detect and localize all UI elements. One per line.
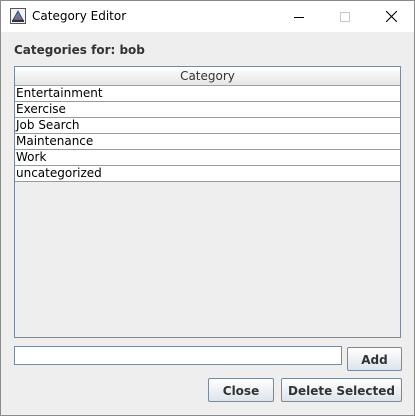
close-window-button[interactable] — [368, 1, 414, 32]
column-header-category[interactable]: Category — [15, 67, 400, 86]
table-row[interactable]: uncategorized — [15, 166, 400, 182]
table-body: Entertainment Exercise Job Search Mainte… — [15, 86, 400, 182]
table-row[interactable]: Maintenance — [15, 134, 400, 150]
minimize-button[interactable] — [276, 1, 322, 32]
maximize-icon — [340, 11, 350, 22]
java-app-icon — [10, 8, 26, 24]
title-bar[interactable]: Category Editor — [1, 1, 414, 32]
table-row[interactable]: Work — [15, 150, 400, 166]
minimize-icon — [294, 16, 304, 18]
close-icon — [385, 11, 397, 22]
table-row[interactable]: Exercise — [15, 102, 400, 118]
add-button[interactable]: Add — [347, 347, 402, 371]
window-title: Category Editor — [32, 9, 127, 23]
close-button[interactable]: Close — [208, 378, 274, 402]
table-row[interactable]: Job Search — [15, 118, 400, 134]
category-editor-window: Category Editor Categories for: bob Cate… — [0, 0, 415, 416]
table-row[interactable]: Entertainment — [15, 86, 400, 102]
delete-selected-button[interactable]: Delete Selected — [281, 378, 402, 402]
new-category-input[interactable] — [14, 346, 342, 365]
categories-heading: Categories for: bob — [14, 43, 145, 57]
category-table[interactable]: Category Entertainment Exercise Job Sear… — [14, 66, 401, 338]
maximize-button[interactable] — [322, 1, 368, 32]
